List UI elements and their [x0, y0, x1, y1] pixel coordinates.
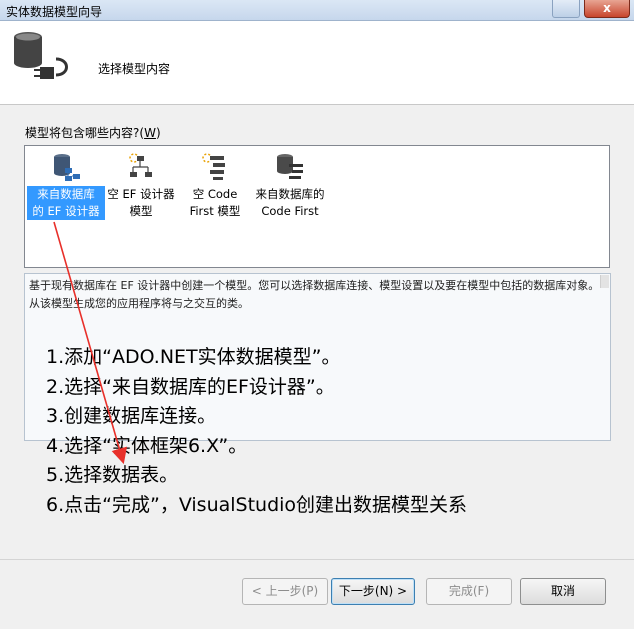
question-text: 模型将包含哪些内容?(	[25, 126, 145, 140]
title-bar: 实体数据模型向导 x	[0, 0, 634, 21]
question-accel: W	[144, 126, 156, 140]
instruction-step: 2.选择“来自数据库的EF设计器”。	[46, 375, 335, 398]
next-button[interactable]: 下一步(N) >	[331, 578, 415, 605]
finish-button[interactable]: 完成(F)	[426, 578, 512, 605]
database-plug-icon	[10, 29, 74, 88]
option-label: 来自数据库的 Code First	[250, 186, 330, 220]
option-label: 空 Code First 模型	[176, 186, 254, 220]
option-line2: Code First	[261, 204, 319, 218]
database-model-icon	[51, 152, 81, 185]
wizard-header: 选择模型内容	[0, 21, 634, 105]
model-type-list[interactable]: 来自数据库 的 EF 设计器 空 EF 设计器 模型 空 Code First …	[24, 145, 610, 268]
option-label: 来自数据库 的 EF 设计器	[27, 186, 105, 220]
question-suffix: )	[155, 126, 161, 140]
instruction-step: 5.选择数据表。	[46, 464, 179, 486]
close-button[interactable]: x	[584, 0, 630, 18]
window-title: 实体数据模型向导	[6, 5, 103, 19]
footer-separator	[0, 559, 634, 560]
back-button[interactable]: < 上一步(P)	[242, 578, 328, 605]
instruction-steps: 1.添加“ADO.NET实体数据模型”。 2.选择“来自数据库的EF设计器”。 …	[46, 343, 467, 520]
minimize-button[interactable]	[552, 0, 580, 18]
database-code-first-icon	[275, 152, 305, 185]
instruction-step: 4.选择“实体框架6.X”。	[46, 434, 248, 457]
option-line2: 的 EF 设计器	[32, 204, 100, 218]
instruction-step: 6.点击“完成”，VisualStudio创建出数据模型关系	[46, 493, 468, 516]
option-line2: 模型	[129, 204, 153, 218]
cancel-button[interactable]: 取消	[520, 578, 606, 605]
content-question-label: 模型将包含哪些内容?(W)	[25, 124, 161, 141]
page-heading: 选择模型内容	[98, 62, 171, 76]
empty-designer-icon	[127, 152, 155, 185]
scrollbar[interactable]	[600, 275, 609, 288]
instruction-step: 1.添加“ADO.NET实体数据模型”。	[46, 346, 341, 368]
option-line1: 来自数据库	[37, 187, 95, 201]
instruction-step: 3.创建数据库连接。	[46, 405, 217, 427]
option-line2: First 模型	[189, 204, 241, 218]
option-label: 空 EF 设计器 模型	[102, 186, 180, 220]
option-line1: 空 Code	[192, 187, 238, 201]
empty-code-first-icon	[201, 152, 229, 185]
description-text: 基于现有数据库在 EF 设计器中创建一个模型。您可以选择数据库连接、模型设置以及…	[29, 279, 600, 310]
option-line1: 空 EF 设计器	[107, 187, 175, 201]
option-line1: 来自数据库的	[255, 187, 325, 201]
